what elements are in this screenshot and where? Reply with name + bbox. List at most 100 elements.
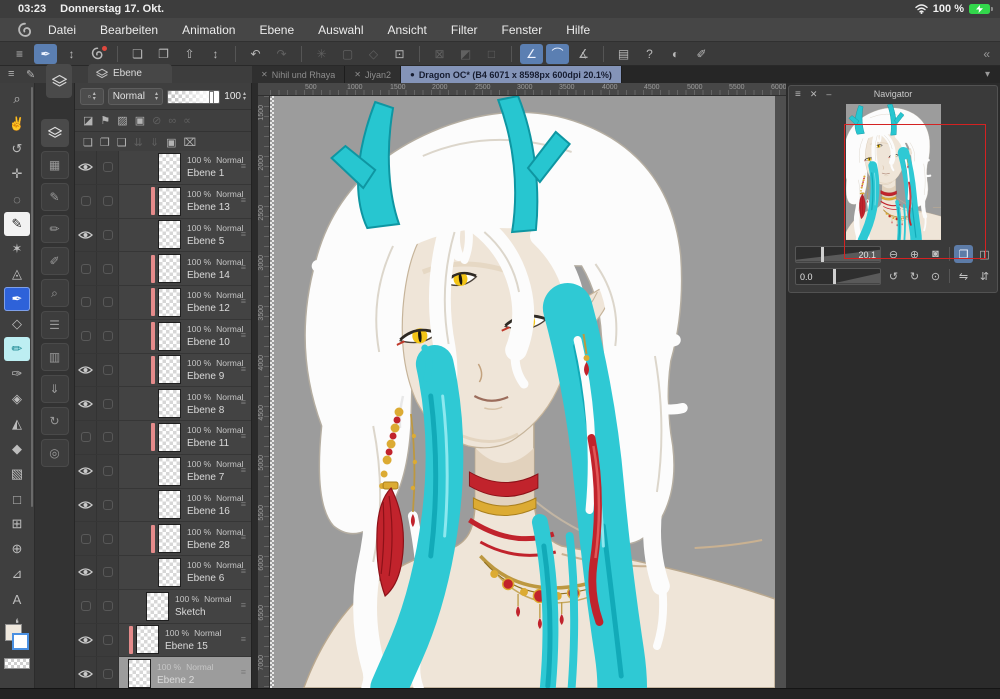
layer-thumbnail[interactable] <box>158 456 181 486</box>
layer-thumbnail[interactable] <box>158 254 181 284</box>
rotation-slider[interactable]: 0.0 <box>795 267 881 285</box>
layer-thumbnail[interactable] <box>158 186 181 216</box>
deselect-button[interactable]: ◇ <box>362 44 385 64</box>
palette-menu-icon[interactable]: ≡ <box>8 68 14 80</box>
ruler-range-button[interactable]: ∞ <box>168 115 176 127</box>
menu-ansicht[interactable]: Ansicht <box>388 23 427 37</box>
layer-thumbnail[interactable] <box>158 422 181 452</box>
perspective-ruler-tool[interactable]: ⊕ <box>4 537 30 561</box>
snap-to-guide-button[interactable]: ∡ <box>572 44 595 64</box>
layer-thumbnail[interactable] <box>158 490 181 520</box>
material-palette-button[interactable]: ▥ <box>40 343 69 371</box>
layer-visibility-cell[interactable] <box>75 522 97 555</box>
layer-visibility-cell[interactable] <box>75 286 97 319</box>
magic-wand-tool[interactable]: ✶ <box>4 237 30 261</box>
sub-view-palette-button[interactable]: ⌕ <box>40 279 69 307</box>
layer-visibility-cell[interactable] <box>75 657 97 688</box>
Ebene 11[interactable]: 100 % Normal Ebene 11 ≡ <box>75 421 251 455</box>
layer-checkbox-cell[interactable] <box>97 454 119 488</box>
layer-palette-dock-tab[interactable] <box>46 64 72 98</box>
open-file-button[interactable]: ❐ <box>152 44 175 64</box>
opacity-slider[interactable] <box>167 89 221 104</box>
layer-menu-icon[interactable]: ≡ <box>241 431 246 441</box>
move-tool[interactable]: ✛ <box>4 162 30 186</box>
menu-hilfe[interactable]: Hilfe <box>566 23 590 37</box>
Ebene 28[interactable]: 100 % Normal Ebene 28 ≡ <box>75 522 251 556</box>
menu-auswahl[interactable]: Auswahl <box>318 23 363 37</box>
layer-thumbnail[interactable] <box>128 659 151 688</box>
processing-indicator[interactable]: ✳ <box>310 44 333 64</box>
fill-tool[interactable]: ◆ <box>4 437 30 461</box>
layer-menu-icon[interactable]: ≡ <box>241 229 246 239</box>
layer-checkbox-cell[interactable] <box>97 623 119 657</box>
layer-menu-icon[interactable]: ≡ <box>241 330 246 340</box>
layer-thumbnail[interactable] <box>158 152 181 182</box>
new-raster-layer-button[interactable]: ❏ <box>83 136 93 149</box>
layer-thumbnail[interactable] <box>158 389 181 419</box>
merge-down-button[interactable]: ⇊ <box>134 136 143 149</box>
navigator-view-rectangle[interactable] <box>844 124 986 259</box>
snap-to-ruler-button[interactable]: ∠ <box>520 43 543 64</box>
new-layer-folder-button[interactable]: ❑ <box>117 136 127 149</box>
import-palette-button[interactable]: ⇓ <box>40 375 69 403</box>
reset-rotation-button[interactable]: ⊙ <box>926 267 945 285</box>
menu-fenster[interactable]: Fenster <box>502 23 543 37</box>
blend-tool[interactable]: ◭ <box>4 412 30 436</box>
zoom-slider-handle[interactable] <box>821 246 825 262</box>
link-ruler-button[interactable]: ∝ <box>183 114 191 127</box>
layer-menu-icon[interactable]: ≡ <box>241 499 246 509</box>
transform-button[interactable]: ⊡ <box>388 44 411 64</box>
text-tool[interactable]: A <box>4 587 30 611</box>
eraser-soft-tool[interactable]: ◈ <box>4 387 30 411</box>
tab-close-icon[interactable]: ✕ <box>354 70 361 79</box>
rotate-canvas-tool[interactable]: ↺ <box>4 137 30 161</box>
background-color-swatch[interactable] <box>12 633 29 650</box>
eraser-tool[interactable]: ◇ <box>4 312 30 336</box>
tab-nihil-und-rhayan[interactable]: ✕ Nihil und Rhaya <box>252 66 346 83</box>
layer-visibility-cell[interactable] <box>75 387 97 420</box>
layer-menu-icon[interactable]: ≡ <box>241 364 246 374</box>
Sketch[interactable]: 100 % Normal Sketch ≡ <box>75 589 251 624</box>
Ebene 15[interactable]: 100 % Normal Ebene 15 ≡ <box>75 623 251 658</box>
layer-checkbox-cell[interactable] <box>97 353 119 387</box>
quick-access-expander[interactable]: ↕ <box>60 44 83 64</box>
layer-checkbox-cell[interactable] <box>97 421 119 454</box>
new-canvas-button[interactable]: ❏ <box>126 44 149 64</box>
display-settings-button[interactable]: ◐ <box>664 44 687 64</box>
rotation-slider-handle[interactable] <box>832 268 836 284</box>
layer-visibility-cell[interactable] <box>75 556 97 589</box>
transfer-down-button[interactable]: ⇓ <box>150 136 159 149</box>
Ebene 12[interactable]: 100 % Normal Ebene 12 ≡ <box>75 286 251 320</box>
layer-menu-icon[interactable]: ≡ <box>241 195 246 205</box>
layer-checkbox-cell[interactable] <box>97 286 119 319</box>
hand-tool[interactable]: ✌ <box>4 112 30 136</box>
frame-border-tool[interactable]: ⊞ <box>4 512 30 536</box>
Ebene 16[interactable]: 100 % Normal Ebene 16 ≡ <box>75 488 251 523</box>
history-palette-button[interactable]: ↻ <box>40 407 69 435</box>
pen-tool[interactable]: ✒ <box>4 287 30 311</box>
layer-menu-icon[interactable]: ≡ <box>241 262 246 272</box>
layer-checkbox-cell[interactable] <box>97 184 119 218</box>
blend-mode-select[interactable]: Normal ▴ ▾ <box>107 88 164 105</box>
layer-thumbnail[interactable] <box>158 321 181 351</box>
zoom-tool[interactable]: ⌕ <box>4 87 30 111</box>
layer-checkbox-cell[interactable] <box>97 218 119 252</box>
menu-ebene[interactable]: Ebene <box>259 23 294 37</box>
layer-visibility-cell[interactable] <box>75 319 97 353</box>
layer-visibility-cell[interactable] <box>75 218 97 252</box>
clip-studio-logo-icon[interactable] <box>16 21 34 39</box>
clip-to-layer-below-button[interactable]: ◪ <box>83 114 93 127</box>
layer-visibility-cell[interactable] <box>75 488 97 522</box>
lock-layer-button[interactable]: ▣ <box>135 114 145 127</box>
layer-visibility-cell[interactable] <box>75 623 97 657</box>
layer-visibility-cell[interactable] <box>75 589 97 623</box>
menu-animation[interactable]: Animation <box>182 23 235 37</box>
brush-size-palette-button[interactable]: ✐ <box>40 247 69 275</box>
Ebene 8[interactable]: 100 % Normal Ebene 8 ≡ <box>75 387 251 421</box>
layer-checkbox-cell[interactable] <box>97 556 119 589</box>
rotate-cw-button[interactable]: ↻ <box>905 267 924 285</box>
tool-scrollbar[interactable] <box>31 87 33 507</box>
layer-menu-icon[interactable]: ≡ <box>241 161 246 171</box>
layer-checkbox-cell[interactable] <box>97 252 119 285</box>
eyedropper-tool[interactable]: ◬ <box>4 262 30 286</box>
